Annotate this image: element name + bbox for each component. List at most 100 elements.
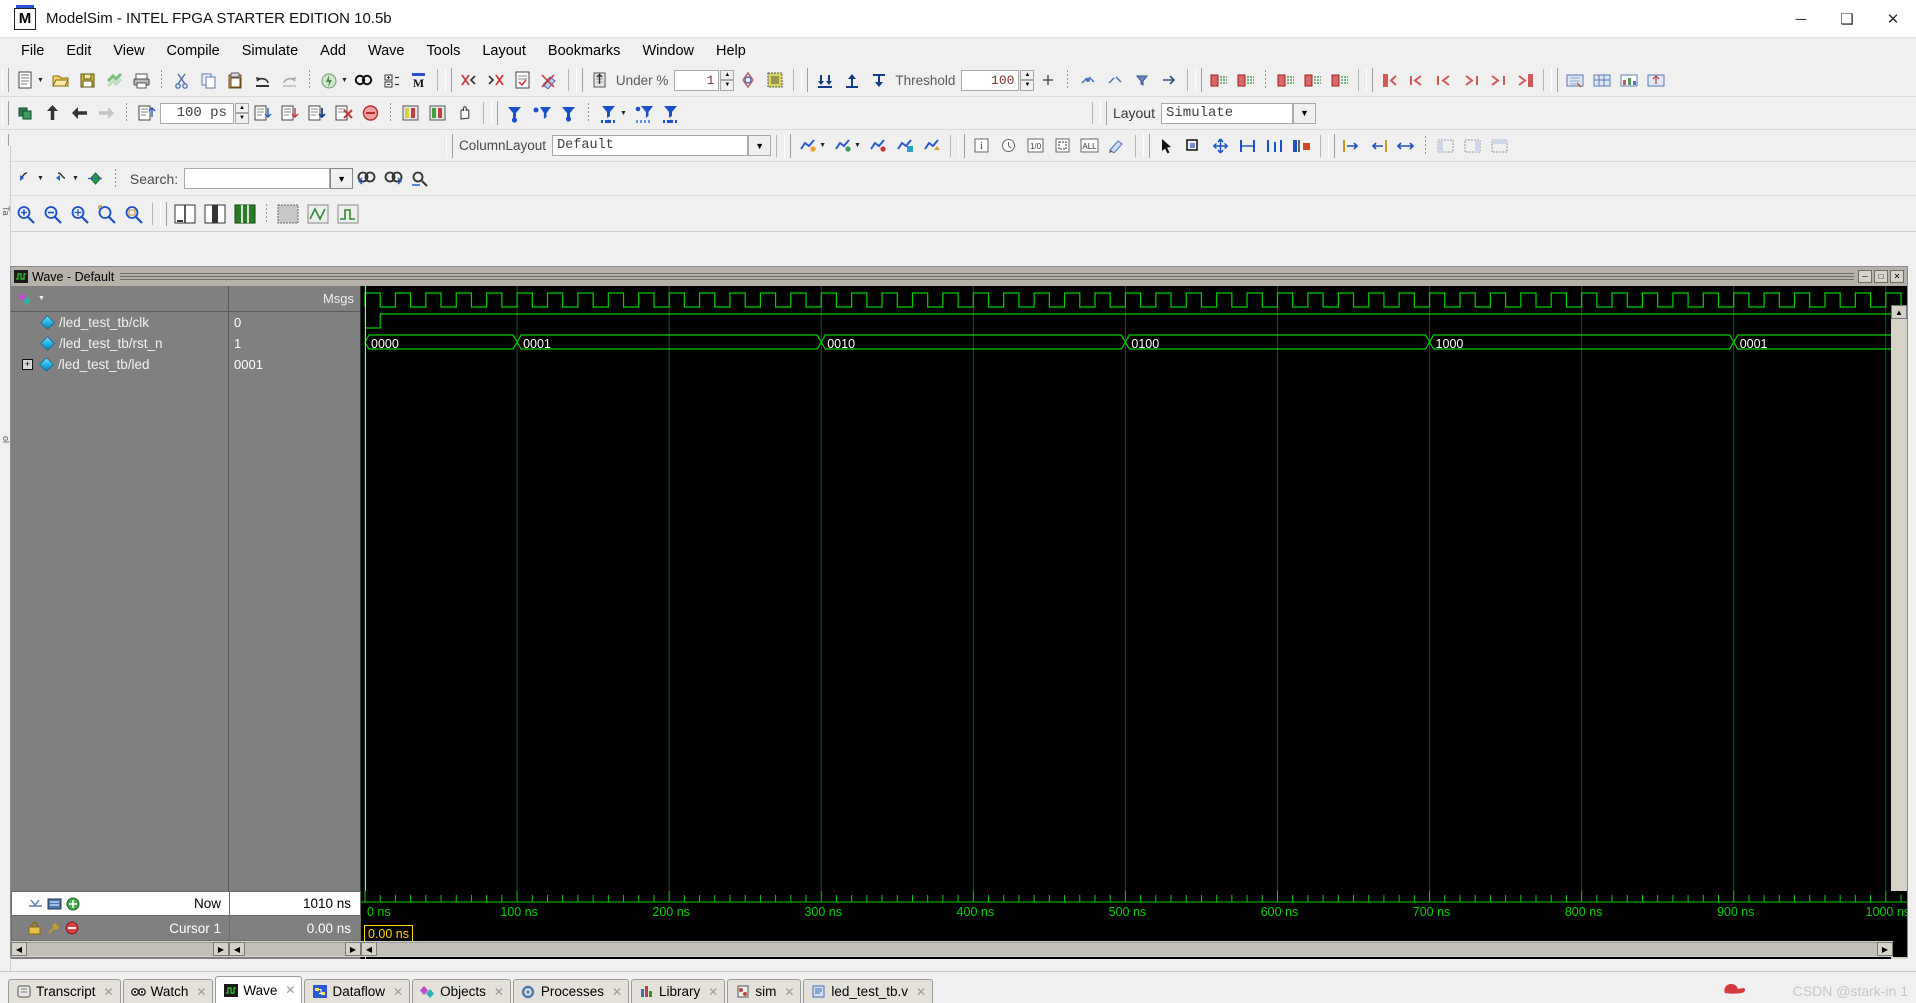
new-file-icon[interactable] [13, 68, 38, 93]
tab-close-icon[interactable]: ✕ [104, 985, 114, 999]
lock-icon[interactable] [27, 921, 42, 935]
close-button[interactable]: ✕ [1870, 0, 1916, 38]
group-expand-icon[interactable] [1273, 68, 1298, 93]
group-all-icon[interactable] [1327, 68, 1352, 93]
step-up-icon[interactable] [40, 101, 65, 126]
tab-close-icon[interactable]: ✕ [708, 985, 718, 999]
toolbar-grip[interactable] [575, 68, 583, 92]
measure-icon[interactable] [1235, 133, 1260, 158]
tab-close-icon[interactable]: ✕ [494, 985, 504, 999]
add-cursor-icon[interactable] [66, 897, 80, 911]
wave-titlebar-grip[interactable] [120, 273, 1854, 280]
wave-close-button[interactable]: ✕ [1890, 270, 1904, 283]
zoom-in-icon[interactable] [13, 201, 38, 226]
bookmark-back-icon[interactable] [1431, 68, 1456, 93]
compile-icon[interactable] [102, 68, 127, 93]
toolbar-grip[interactable] [2, 68, 9, 92]
zoom-tool-icon[interactable] [1181, 133, 1206, 158]
measure2-icon[interactable] [1262, 133, 1287, 158]
now-marker-icon[interactable] [27, 896, 44, 911]
wave-analog-icon[interactable] [304, 200, 332, 228]
wave-split-icon[interactable] [201, 200, 229, 228]
insert-marker-icon[interactable] [556, 101, 581, 126]
names-header-dropdown-icon[interactable]: ▼ [38, 295, 45, 302]
search-input[interactable] [184, 168, 331, 189]
values-scroll-left-arrow[interactable]: ◀ [229, 942, 245, 956]
dock-right-icon[interactable] [1460, 133, 1485, 158]
dataflow-grid-icon[interactable] [1589, 68, 1614, 93]
toolbar-grip[interactable] [2, 101, 9, 125]
wave-scroll-left-arrow[interactable]: ◀ [361, 942, 377, 956]
under-percent-stepper[interactable]: ▲ ▼ [720, 69, 735, 91]
run-length-field[interactable]: 100 ps [160, 102, 234, 124]
dock-top-icon[interactable] [1487, 133, 1512, 158]
cut-icon[interactable] [169, 68, 194, 93]
minimize-button[interactable]: ─ [1778, 0, 1824, 38]
toolbar-grip[interactable] [1366, 68, 1374, 92]
toolbar-grip[interactable] [1551, 68, 1559, 92]
columnlayout-grip[interactable] [446, 133, 453, 158]
expand-tree-icon[interactable] [379, 68, 404, 93]
names-scroll-right-arrow[interactable]: ▶ [213, 942, 229, 956]
info-icon[interactable]: i [969, 133, 994, 158]
names-scroll-track[interactable] [27, 942, 213, 956]
wave-pattern-icon[interactable] [274, 200, 302, 228]
layout-dropdown-icon[interactable]: ▼ [1293, 102, 1316, 124]
insert-cursor-icon[interactable] [502, 101, 527, 126]
print-icon[interactable] [129, 68, 154, 93]
wave-scroll-right-arrow[interactable]: ▶ [1877, 942, 1893, 956]
modelsim-icon[interactable]: M [406, 68, 431, 93]
wave-vertical-scrollbar[interactable]: ▲ ▼ [1891, 305, 1907, 959]
signal-row-clk[interactable]: /led_test_tb/clk [11, 312, 228, 333]
toolbar-grip[interactable] [160, 201, 167, 226]
prev-event-dropdown-icon[interactable]: ▼ [37, 175, 44, 182]
undo-icon[interactable] [250, 68, 275, 93]
tab-close-icon[interactable]: ✕ [784, 985, 794, 999]
wave-radix-dropdown-icon[interactable]: ▼ [854, 142, 861, 149]
menu-compile[interactable]: Compile [156, 40, 231, 62]
next-event-dropdown-icon[interactable]: ▼ [72, 175, 79, 182]
expand-signal-icon[interactable]: + [22, 359, 33, 370]
clock-icon[interactable] [996, 133, 1021, 158]
column-layout-value[interactable]: Default [552, 135, 749, 156]
run-length-stepper[interactable]: ▲ ▼ [235, 102, 249, 124]
grid-snap-icon[interactable] [658, 101, 683, 126]
wave-combine-icon[interactable] [919, 133, 944, 158]
continue-run-icon[interactable] [277, 101, 302, 126]
wave-radix-icon[interactable] [830, 133, 855, 158]
values-scroll-right-arrow[interactable]: ▶ [345, 942, 361, 956]
cursor-time-badge[interactable]: 0.00 ns [364, 925, 414, 942]
wave-compare-icon[interactable] [398, 101, 423, 126]
search-prev-icon[interactable] [354, 166, 379, 191]
merge-split-icon[interactable] [866, 68, 891, 93]
wave-scroll-track[interactable] [377, 942, 1877, 956]
tab-close-icon[interactable]: ✕ [612, 985, 622, 999]
break-icon[interactable] [331, 101, 356, 126]
signal-row-led[interactable]: + /led_test_tb/led [11, 354, 228, 375]
wave-horizontal-scrollbar[interactable]: ◀ ▶ ◀ ▶ ◀ ▶ [11, 941, 1893, 957]
menu-bookmarks[interactable]: Bookmarks [537, 40, 632, 62]
grid-align-icon[interactable] [631, 101, 656, 126]
layout-toolbar-grip[interactable] [1099, 101, 1107, 125]
zoom-range-icon[interactable] [121, 201, 146, 226]
view-objects-icon[interactable] [13, 101, 38, 126]
toolbar-grip[interactable] [784, 133, 792, 158]
wave-unlink-icon[interactable] [1102, 68, 1127, 93]
scroll-up-arrow[interactable]: ▲ [1891, 305, 1907, 319]
select-tool-icon[interactable] [1154, 133, 1179, 158]
threshold-field[interactable]: 100 [961, 69, 1020, 91]
group-remove-icon[interactable] [1233, 68, 1258, 93]
toolbar-grip[interactable] [801, 68, 809, 92]
dock-left-icon[interactable] [1433, 133, 1458, 158]
search-all-icon[interactable] [408, 166, 433, 191]
toolbar-grip[interactable] [444, 68, 452, 92]
wave-format-dropdown-icon[interactable]: ▼ [819, 142, 826, 149]
menu-tools[interactable]: Tools [416, 40, 472, 62]
run-icon[interactable] [250, 101, 275, 126]
find-next-transition-icon[interactable] [529, 101, 554, 126]
hand-icon[interactable] [452, 101, 477, 126]
wave-objects-icon[interactable] [17, 291, 35, 307]
cursor-1-line[interactable] [365, 286, 366, 959]
wave-filter-icon[interactable] [1129, 68, 1154, 93]
coverage-prev-icon[interactable] [456, 68, 481, 93]
